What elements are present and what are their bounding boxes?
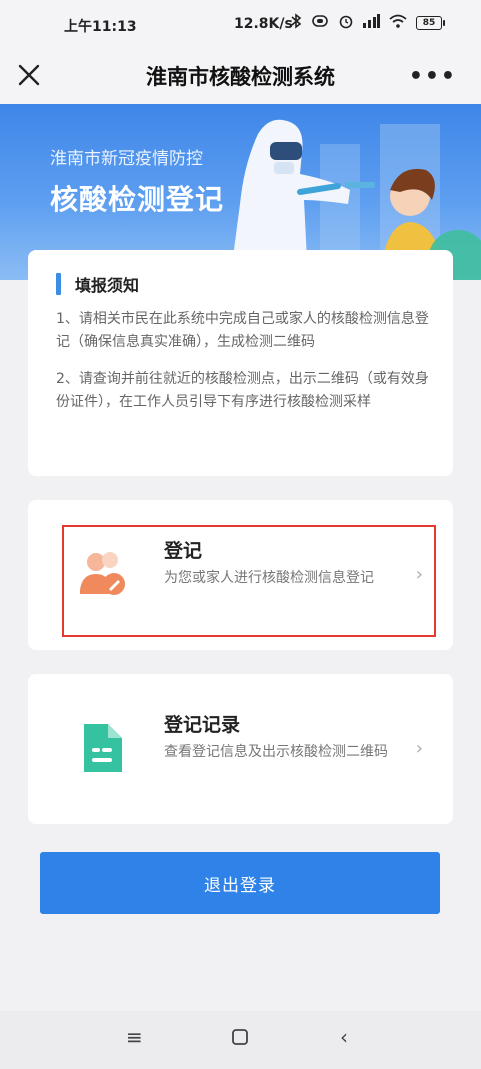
menu-nav-icon[interactable]: ≡ <box>126 1025 143 1049</box>
more-icon[interactable]: ••• <box>409 64 457 89</box>
status-time: 上午11:13 <box>64 19 137 35</box>
notice-item-1: 1、请相关市民在此系统中完成自己或家人的核酸检测信息登记（确保信息真实准确），生… <box>56 311 429 350</box>
banner-subtitle: 淮南市新冠疫情防控 <box>50 149 203 169</box>
wifi-icon <box>388 14 408 33</box>
close-icon[interactable] <box>16 62 42 88</box>
page-title: 淮南市核酸检测系统 <box>146 65 335 89</box>
records-menu-item[interactable]: 登记记录 查看登记信息及出示核酸检测二维码 › <box>28 674 453 824</box>
network-speed: 12.8K/s <box>234 16 293 32</box>
records-description: 查看登记信息及出示核酸检测二维码 <box>164 744 388 760</box>
logout-button[interactable]: 退出登录 <box>40 852 440 914</box>
notice-card: 填报须知 1、请相关市民在此系统中完成自己或家人的核酸检测信息登记（确保信息真实… <box>28 250 453 476</box>
status-icons: 85 <box>290 13 445 33</box>
title-bar: 淮南市核酸检测系统 ••• <box>0 48 481 104</box>
records-label: 登记记录 <box>164 714 241 736</box>
status-bar: 上午11:13 12.8K/s 85 <box>0 0 481 48</box>
back-nav-icon[interactable]: ‹ <box>340 1025 348 1049</box>
highlight-box <box>62 525 436 637</box>
alarm-icon <box>338 13 354 33</box>
notice-heading: 填报须知 <box>56 272 429 296</box>
signal-icon <box>362 14 380 32</box>
notice-item-2: 2、请查询并前往就近的核酸检测点，出示二维码（或有效身份证件），在工作人员引导下… <box>56 371 429 410</box>
vibrate-icon <box>310 14 330 32</box>
system-nav-bar: ≡ ‹ <box>0 1011 481 1069</box>
home-nav-icon[interactable] <box>231 1025 249 1051</box>
bluetooth-icon <box>290 13 302 33</box>
document-icon <box>74 718 134 778</box>
battery-icon: 85 <box>416 16 445 30</box>
chevron-right-icon: › <box>415 738 423 759</box>
notice-heading-text: 填报须知 <box>75 276 140 295</box>
heading-accent-bar <box>56 273 61 295</box>
banner-title: 核酸检测登记 <box>50 183 225 216</box>
